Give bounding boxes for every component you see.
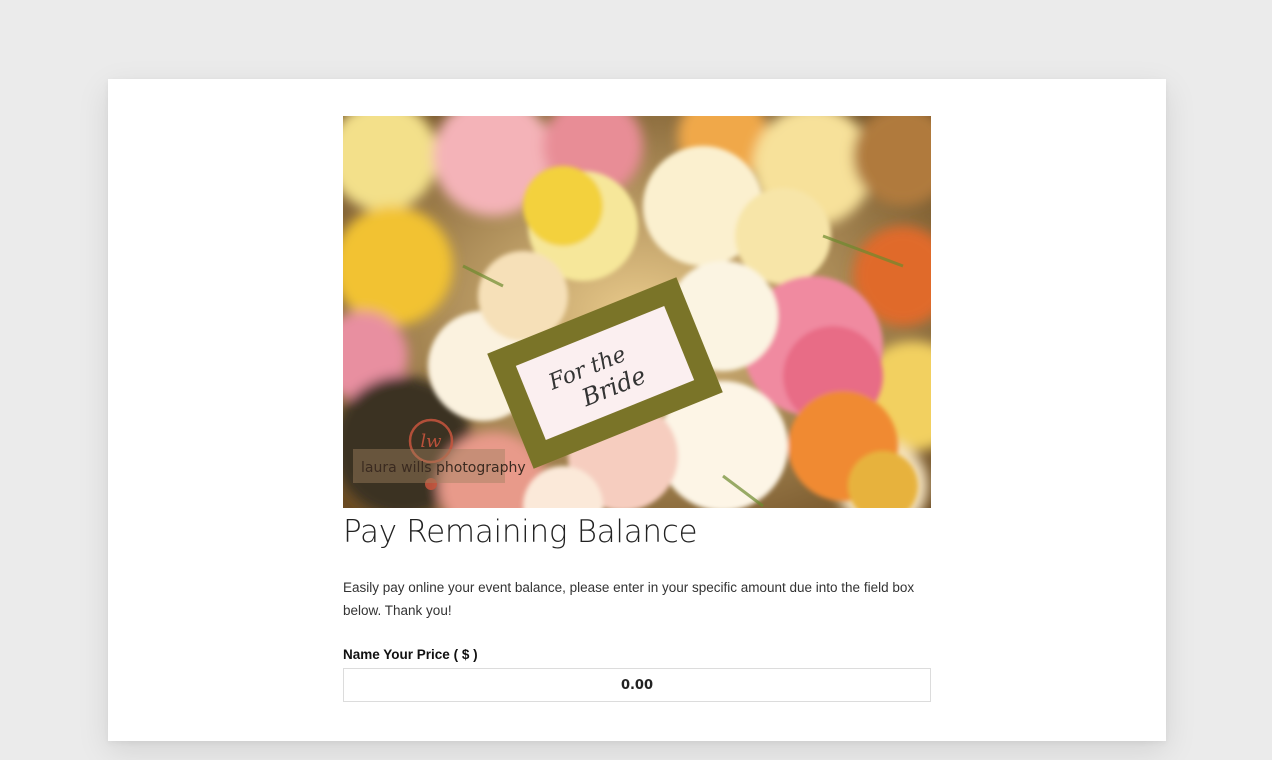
price-input[interactable] — [343, 668, 931, 702]
watermark-logo: lw — [420, 431, 442, 452]
price-field-unit: ( $ ) — [453, 647, 478, 662]
price-field-label-text: Name Your Price — [343, 647, 450, 662]
form-card: For the Bride lw laura wills photography… — [108, 79, 1166, 741]
price-field-label: Name Your Price ( $ ) — [343, 646, 931, 664]
flower-bouquet-photo: For the Bride lw laura wills photography — [343, 116, 931, 508]
hero-image: For the Bride lw laura wills photography — [343, 116, 931, 508]
page-description: Easily pay online your event balance, pl… — [343, 580, 915, 618]
watermark-text: laura wills photography — [361, 460, 526, 476]
form-content: For the Bride lw laura wills photography… — [343, 116, 931, 702]
page-title: Pay Remaining Balance — [343, 514, 698, 550]
